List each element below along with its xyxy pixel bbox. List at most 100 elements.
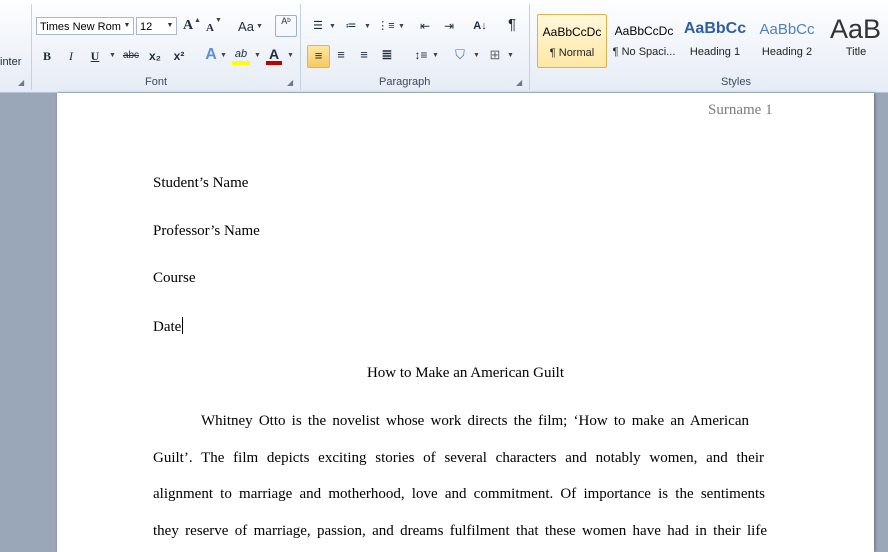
document-canvas: Surname 1 Student’s Name Professor’s Nam… (0, 93, 888, 552)
numbering-button[interactable]: ≔ (342, 16, 360, 36)
group-separator (529, 4, 530, 90)
style-sample: AaB (830, 14, 882, 44)
align-left-icon: ≡ (314, 48, 323, 63)
chevron-down-icon[interactable]: ▼ (364, 23, 371, 30)
align-center-icon: ≡ (337, 47, 345, 62)
grow-font-icon: A (182, 18, 194, 33)
italic-button[interactable]: I (64, 46, 78, 66)
date-text: Date (153, 319, 182, 335)
borders-button[interactable]: ⊞ (486, 45, 504, 65)
strikethrough-button[interactable]: abc (121, 46, 141, 66)
show-formatting-button[interactable]: ¶ (503, 15, 521, 35)
font-size-combo[interactable]: 12 ▼ (136, 17, 177, 35)
chevron-down-icon[interactable]: ▼ (398, 23, 405, 30)
superscript-icon: x² (173, 49, 185, 63)
paint-bucket-icon: ⛉ (455, 47, 465, 62)
style-sample: AaBbCcDc (614, 24, 674, 38)
subscript-icon: x₂ (148, 49, 161, 63)
decrease-indent-button[interactable]: ⇤ (416, 16, 434, 36)
multilevel-list-button[interactable]: ⋮≡ (376, 16, 396, 36)
numbered-list-icon: ≔ (345, 20, 357, 32)
line-spacing-icon: ↕≡ (414, 48, 428, 62)
paragraph-group-label: Paragraph (379, 76, 431, 88)
style-name: Heading 1 (689, 46, 741, 58)
group-separator (300, 4, 301, 90)
bullet-list-icon: ☰ (313, 20, 323, 32)
chevron-down-icon[interactable]: ▼ (220, 52, 227, 59)
chevron-down-icon[interactable]: ▼ (164, 18, 176, 34)
chevron-down-icon[interactable]: ▼ (109, 52, 116, 59)
line-spacing-button[interactable]: ↕≡ (412, 45, 430, 65)
align-right-button[interactable]: ≡ (355, 45, 373, 65)
font-launcher-icon[interactable]: ◢ (287, 79, 295, 87)
clipboard-launcher-icon[interactable]: ◢ (18, 79, 26, 87)
superscript-button[interactable]: x² (170, 46, 188, 66)
styles-group-label: Styles (721, 76, 751, 88)
clear-formatting-button[interactable]: Aᵇ (275, 15, 297, 37)
font-color-swatch (266, 61, 282, 65)
professor-name-line[interactable]: Professor’s Name (153, 223, 260, 240)
multilevel-list-icon: ⋮≡ (377, 20, 395, 32)
chevron-down-icon[interactable]: ▼ (473, 52, 480, 59)
grow-arrow-icon: ▲ (194, 17, 201, 24)
style-heading-1[interactable]: AaBbCc Heading 1 (680, 14, 750, 68)
format-painter-label[interactable]: inter (0, 56, 21, 68)
align-right-icon: ≡ (360, 47, 368, 62)
paragraph-line[interactable]: alignment to marriage and motherhood, lo… (153, 486, 765, 503)
style-name: ¶ No Spaci... (612, 46, 676, 58)
style-name: Heading 2 (761, 46, 813, 58)
page-header[interactable]: Surname 1 (708, 102, 773, 119)
strikethrough-icon: abc (122, 50, 140, 61)
grow-font-button[interactable]: A (181, 16, 195, 36)
chevron-down-icon[interactable]: ▼ (287, 52, 294, 59)
date-line[interactable]: Date (153, 317, 184, 336)
chevron-down-icon[interactable]: ▼ (329, 23, 336, 30)
style-title[interactable]: AaB Title (824, 14, 888, 68)
shading-button[interactable]: ⛉ (451, 45, 469, 65)
style-normal[interactable]: AaBbCcDc ¶ Normal (537, 14, 607, 68)
text-effects-icon: A (205, 46, 217, 63)
font-size-value: 12 (140, 21, 153, 33)
change-case-icon: Aa (238, 19, 254, 34)
document-page[interactable]: Surname 1 Student’s Name Professor’s Nam… (57, 93, 874, 552)
chevron-down-icon[interactable]: ▼ (432, 52, 439, 59)
essay-title[interactable]: How to Make an American Guilt (57, 365, 874, 382)
align-center-button[interactable]: ≡ (332, 45, 350, 65)
chevron-down-icon[interactable]: ▼ (256, 23, 263, 30)
sort-button[interactable]: A↓ (470, 16, 490, 36)
course-line[interactable]: Course (153, 270, 196, 287)
bold-button[interactable]: B (40, 46, 54, 66)
font-group-label: Font (145, 76, 168, 88)
chevron-down-icon[interactable]: ▼ (507, 52, 514, 59)
paragraph-line[interactable]: Guilt’. The film depicts exciting storie… (153, 450, 764, 467)
highlight-color-swatch (232, 61, 250, 65)
style-heading-2[interactable]: AaBbCc Heading 2 (752, 14, 822, 68)
borders-icon: ⊞ (489, 47, 501, 62)
style-no-spacing[interactable]: AaBbCcDc ¶ No Spaci... (609, 14, 679, 68)
highlighter-icon: ab (234, 48, 248, 60)
pilcrow-icon: ¶ (507, 16, 517, 33)
subscript-button[interactable]: x₂ (146, 46, 164, 66)
font-name-combo[interactable]: Times New Rom ▼ (36, 17, 134, 35)
chevron-down-icon[interactable]: ▼ (121, 18, 133, 34)
align-left-button[interactable]: ≡ (307, 45, 330, 68)
paragraph-launcher-icon[interactable]: ◢ (516, 79, 524, 87)
justify-button[interactable]: ≣ (378, 45, 396, 65)
paragraph-line[interactable]: Whitney Otto is the novelist whose work … (201, 413, 749, 430)
font-color-icon: A (268, 46, 280, 62)
clear-formatting-icon: Aᵇ (281, 16, 291, 26)
sort-icon: A↓ (473, 20, 487, 32)
text-effects-button[interactable]: A (202, 45, 220, 65)
text-cursor (182, 317, 184, 334)
student-name-line[interactable]: Student’s Name (153, 175, 248, 192)
paragraph-line[interactable]: they reserve of marriage, passion, and d… (153, 523, 767, 540)
change-case-button[interactable]: Aa (235, 17, 257, 37)
style-sample: AaBbCc (759, 21, 815, 38)
justify-icon: ≣ (381, 47, 393, 62)
bold-icon: B (42, 49, 51, 63)
underline-button[interactable]: U (88, 46, 102, 66)
bullets-button[interactable]: ☰ (309, 16, 327, 36)
style-name: ¶ Normal (549, 47, 595, 59)
chevron-down-icon[interactable]: ▼ (254, 52, 261, 59)
increase-indent-button[interactable]: ⇥ (440, 16, 458, 36)
